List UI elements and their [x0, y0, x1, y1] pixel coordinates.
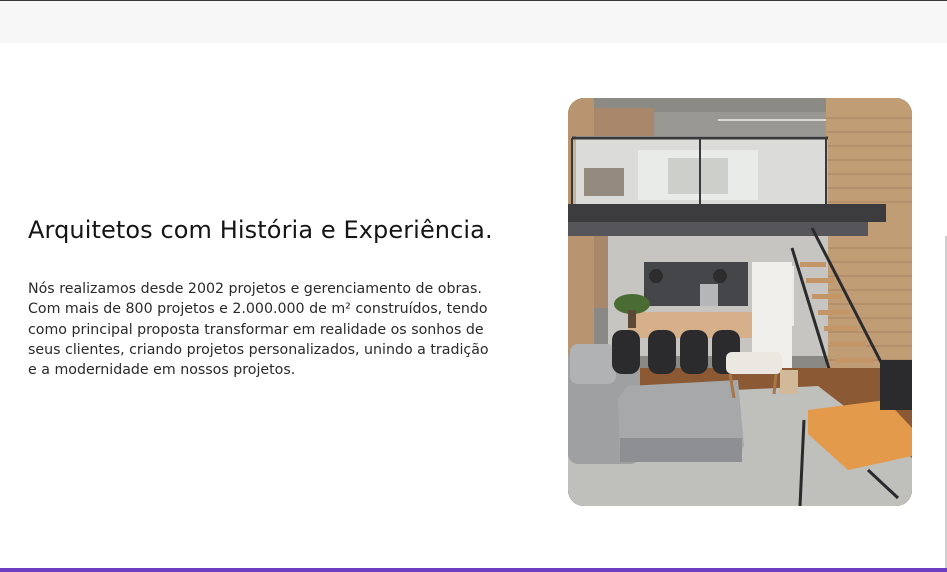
paragraph-line: como principal proposta transformar em r… — [28, 321, 484, 338]
section-paragraph: Nós realizamos desde 2002 projetos e ger… — [28, 279, 528, 380]
paragraph-line: Com mais de 800 projetos e 2.000.000 de … — [28, 301, 488, 318]
top-header-bar — [0, 0, 947, 43]
accent-bottom-bar — [0, 568, 947, 572]
paragraph-line: e a modernidade em nossos projetos. — [28, 362, 296, 379]
section-title: Arquitetos com História e Experiência. — [28, 216, 493, 244]
loft-interior-photo — [568, 98, 912, 506]
paragraph-line: seus clientes, criando projetos personal… — [28, 341, 489, 358]
paragraph-line: Nós realizamos desde 2002 projetos e ger… — [28, 281, 482, 297]
